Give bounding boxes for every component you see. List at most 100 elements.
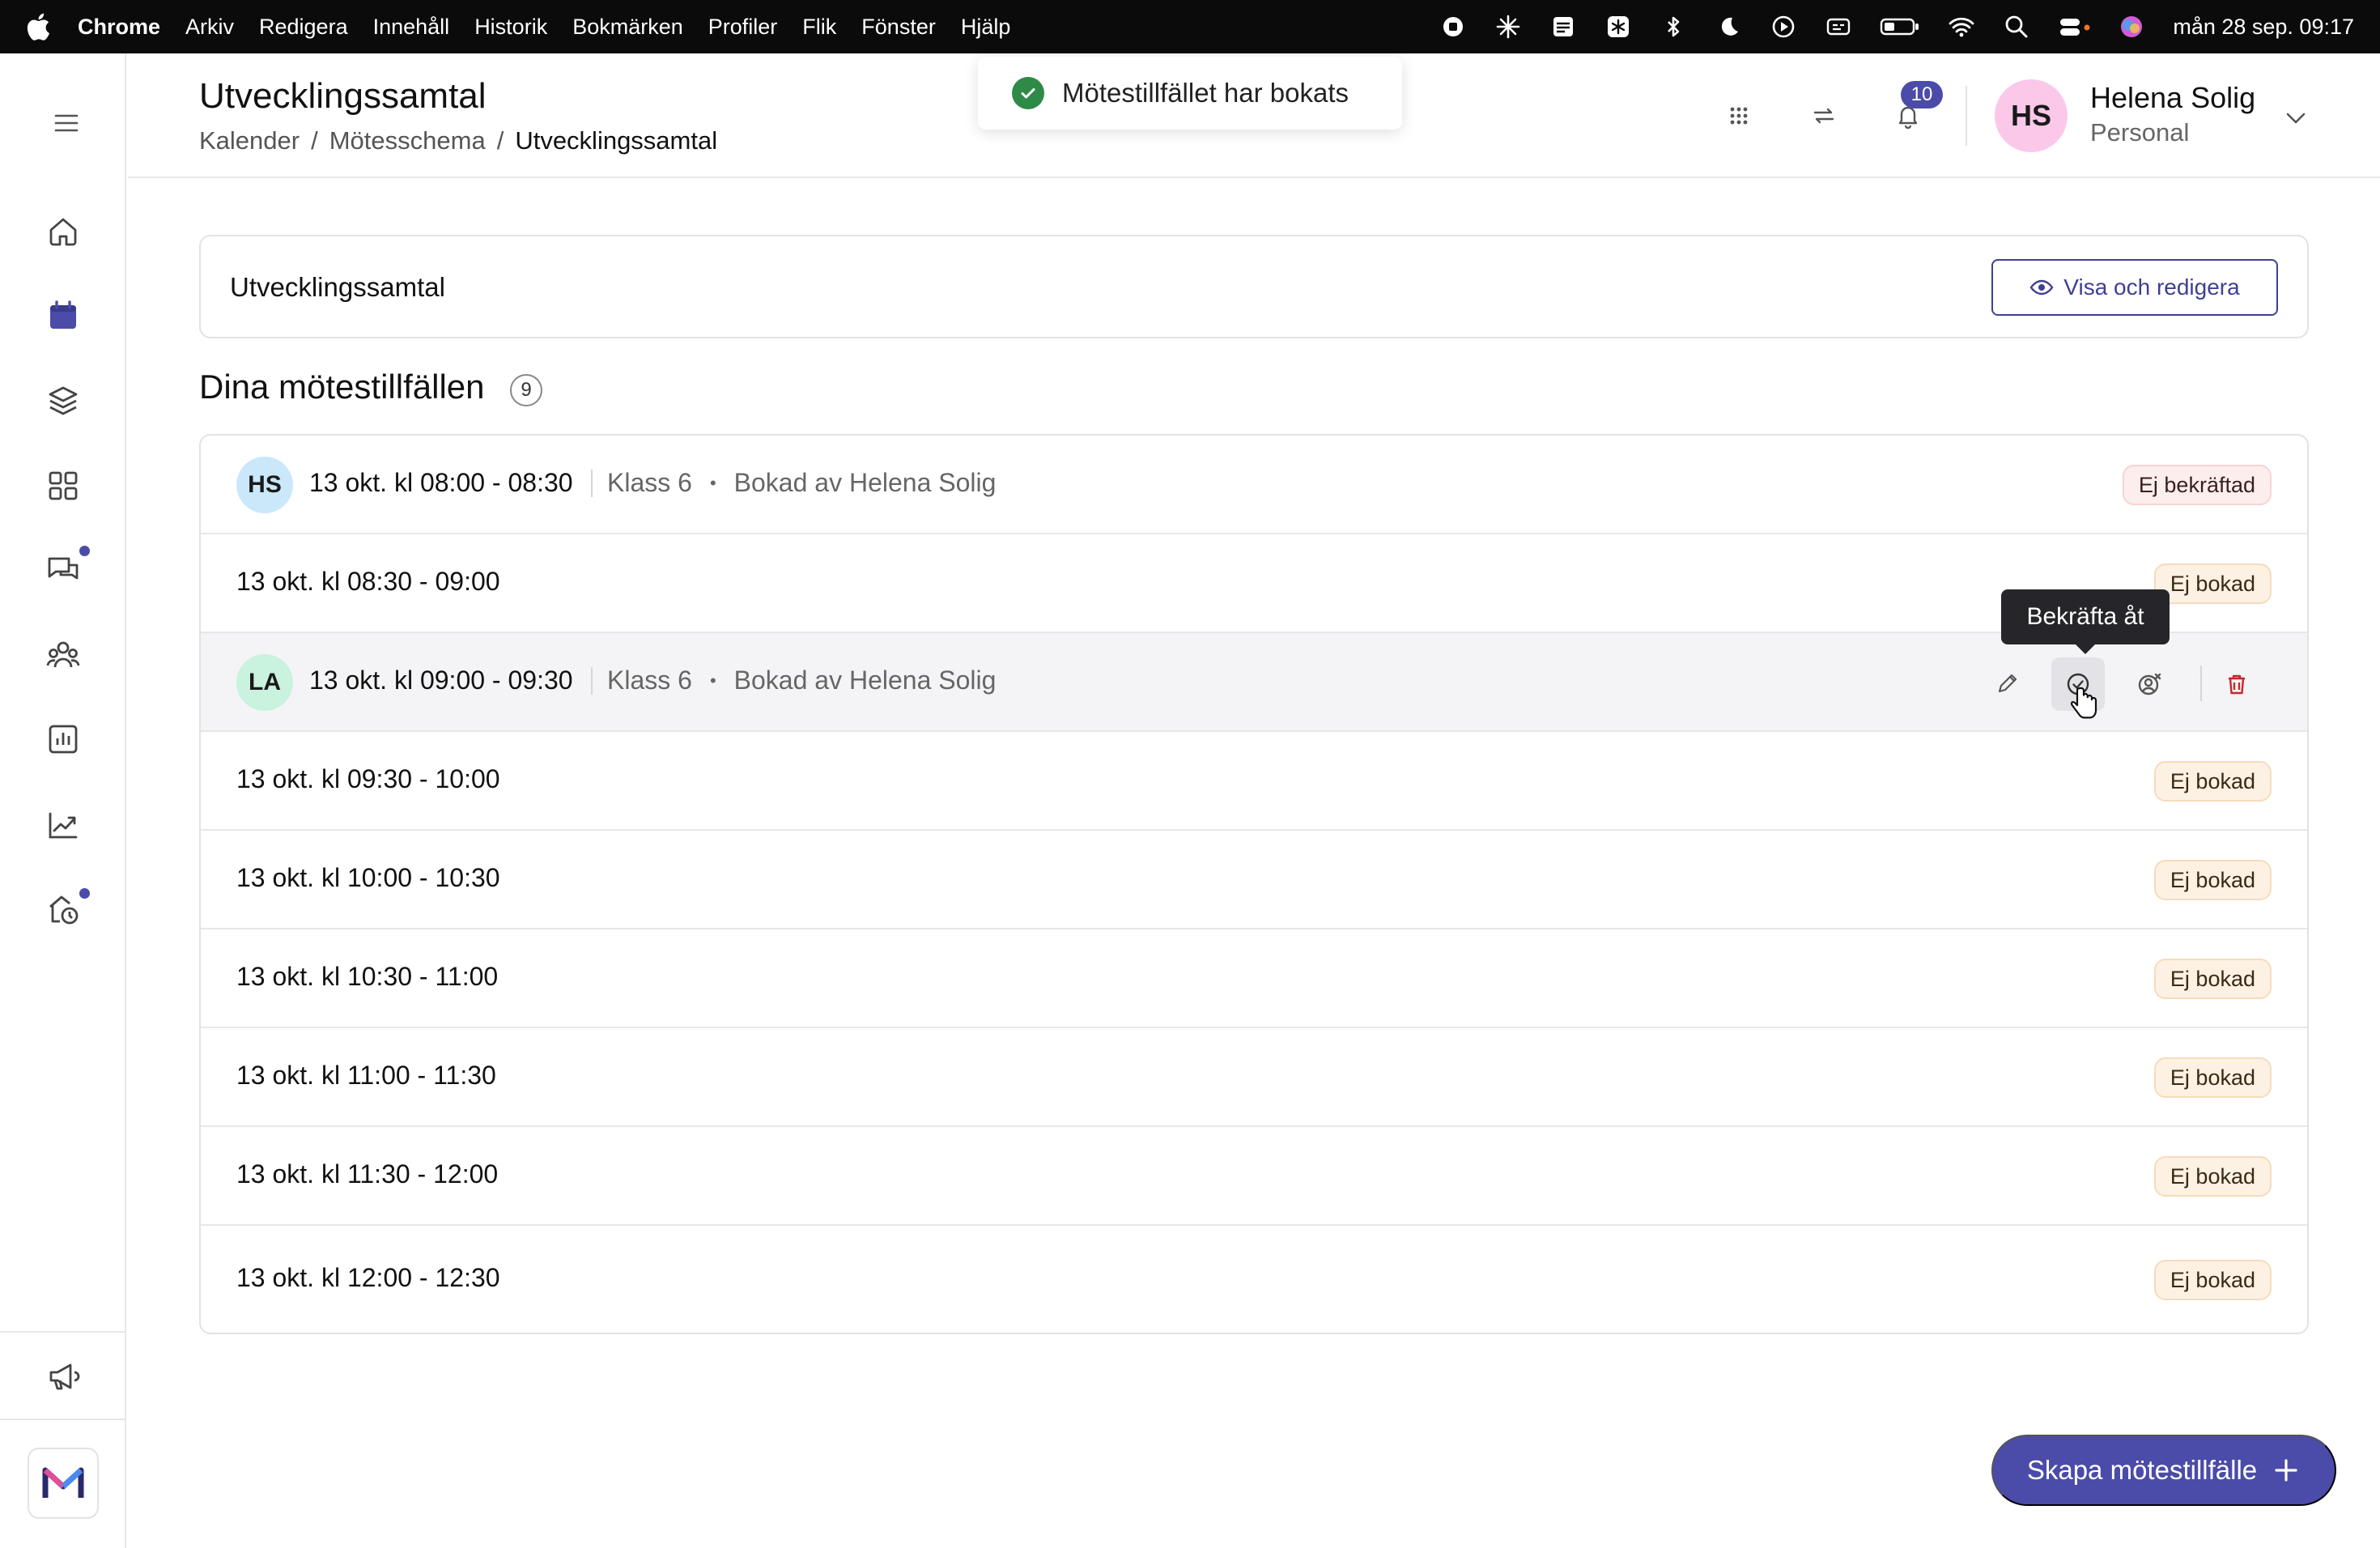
play-icon[interactable] <box>1770 13 1797 40</box>
menu-historik[interactable]: Historik <box>474 15 547 40</box>
app-launcher-button[interactable] <box>1719 96 1759 136</box>
sidebar <box>0 53 126 1548</box>
menu-hjalp[interactable]: Hjälp <box>961 15 1011 40</box>
check-circle-icon <box>1012 77 1044 109</box>
meta-dot: • <box>709 670 716 691</box>
slot-count-badge: 9 <box>510 374 542 406</box>
status-badge: Ej bokad <box>2153 1057 2272 1098</box>
view-and-edit-label: Visa och redigera <box>2063 274 2240 300</box>
slot-time: 13 okt. kl 08:00 - 08:30 <box>309 468 573 497</box>
menubar-clock[interactable]: mån 28 sep. 09:17 <box>2173 15 2354 40</box>
switch-account-button[interactable] <box>1804 96 1844 136</box>
edit-button[interactable] <box>1980 657 2034 711</box>
slot-time: 13 okt. kl 11:00 - 11:30 <box>236 1061 496 1090</box>
status-badge: Ej bokad <box>2153 860 2272 900</box>
table-row[interactable]: 13 okt. kl 11:30 - 12:00 Ej bokad <box>201 1127 2307 1226</box>
user-avatar[interactable]: HS <box>1995 79 2068 152</box>
people-icon <box>46 641 80 668</box>
delete-button[interactable] <box>2210 657 2263 711</box>
bar-chart-icon <box>49 725 78 754</box>
eye-icon <box>2029 279 2054 296</box>
sidebar-item-calendar[interactable] <box>42 295 84 337</box>
table-row[interactable]: LA 13 okt. kl 09:00 - 09:30 Klass 6 • Bo… <box>201 633 2307 732</box>
table-row[interactable]: 13 okt. kl 10:30 - 11:00 Ej bokad <box>201 929 2307 1028</box>
menu-app-name[interactable]: Chrome <box>78 15 160 40</box>
spotlight-search-icon[interactable] <box>2003 13 2030 40</box>
menu-flik[interactable]: Flik <box>802 15 836 40</box>
sidebar-item-reports[interactable] <box>42 718 84 760</box>
breadcrumb-separator: / <box>311 126 318 155</box>
slot-class: Klass 6 <box>607 468 692 497</box>
menu-innehall[interactable]: Innehåll <box>373 15 450 40</box>
layers-icon <box>49 386 78 415</box>
create-slot-label: Skapa mötestillfälle <box>2026 1455 2258 1485</box>
sidebar-item-analytics[interactable] <box>42 803 84 845</box>
breadcrumb-current: Utvecklingssamtal <box>515 126 718 155</box>
trend-chart-icon <box>49 812 78 839</box>
megaphone-icon <box>49 1363 80 1390</box>
slot-time: 13 okt. kl 08:30 - 09:00 <box>236 567 500 596</box>
sidebar-item-apps[interactable] <box>42 465 84 507</box>
hand-cursor-icon <box>2070 687 2097 719</box>
menu-profiler[interactable]: Profiler <box>708 15 778 40</box>
slot-time: 13 okt. kl 12:00 - 12:30 <box>236 1263 500 1292</box>
menu-bokmarken[interactable]: Bokmärken <box>572 15 683 40</box>
user-role: Personal <box>2090 118 2190 147</box>
wifi-icon[interactable] <box>1948 13 1975 40</box>
house-clock-icon <box>49 895 79 925</box>
table-row[interactable]: 13 okt. kl 09:30 - 10:00 Ej bokad <box>201 732 2307 831</box>
battery-icon[interactable] <box>1880 13 1920 40</box>
slot-time: 13 okt. kl 09:00 - 09:30 <box>309 666 573 695</box>
sidebar-item-school[interactable] <box>42 888 84 930</box>
sidebar-item-messages[interactable] <box>42 549 84 591</box>
sidebar-item-groups[interactable] <box>42 634 84 676</box>
menu-arkiv[interactable]: Arkiv <box>185 15 234 40</box>
user-name[interactable]: Helena Solig <box>2090 81 2255 115</box>
page-title: Utvecklingssamtal <box>199 76 487 116</box>
table-row[interactable]: 13 okt. kl 10:00 - 10:30 Ej bokad <box>201 831 2307 929</box>
menu-redigera[interactable]: Redigera <box>259 15 348 40</box>
slot-meta: Klass 6 • Bokad av Helena Solig <box>576 666 996 695</box>
breadcrumb-separator: / <box>496 126 504 155</box>
breadcrumb: Kalender / Mötesschema / Utvecklingssamt… <box>199 126 717 155</box>
status-badge: Ej bokad <box>2153 1260 2272 1300</box>
toast-message: Mötestillfället har bokats <box>1062 78 1349 108</box>
swap-arrows-icon <box>1813 108 1834 124</box>
moon-icon[interactable] <box>1715 13 1742 40</box>
view-and-edit-button[interactable]: Visa och redigera <box>1991 259 2278 316</box>
sidebar-divider <box>0 1331 126 1333</box>
stack-icon[interactable] <box>1549 13 1577 40</box>
trash-icon <box>2229 674 2245 695</box>
sidebar-item-home[interactable] <box>42 211 84 253</box>
caption-icon[interactable] <box>1825 13 1852 40</box>
section-title: Dina mötestillfällen <box>199 368 485 406</box>
table-row[interactable]: 13 okt. kl 11:00 - 11:30 Ej bokad <box>201 1028 2307 1127</box>
table-row[interactable]: 13 okt. kl 12:00 - 12:30 Ej bokad <box>201 1226 2307 1333</box>
chevron-down-icon[interactable] <box>2280 102 2312 134</box>
snowflake-icon[interactable] <box>1604 13 1632 40</box>
breadcrumb-calendar[interactable]: Kalender <box>199 126 300 155</box>
sidebar-item-announcements[interactable] <box>42 1355 84 1397</box>
slot-meta: Klass 6 • Bokad av Helena Solig <box>576 468 996 498</box>
sparkle-icon[interactable] <box>1494 13 1522 40</box>
meta-divider <box>591 666 593 695</box>
status-badge: Ej bokad <box>2153 761 2272 802</box>
menu-fonster[interactable]: Fönster <box>861 15 936 40</box>
chat-icon <box>48 557 79 580</box>
table-row[interactable]: HS 13 okt. kl 08:00 - 08:30 Klass 6 • Bo… <box>201 436 2307 534</box>
bluetooth-icon[interactable] <box>1660 13 1687 40</box>
remove-participant-button[interactable] <box>2123 657 2176 711</box>
slot-booked-by: Bokad av Helena Solig <box>733 468 997 497</box>
siri-icon[interactable] <box>2118 13 2145 40</box>
apple-icon[interactable] <box>26 13 50 40</box>
create-slot-button[interactable]: Skapa mötestillfälle <box>1991 1435 2336 1506</box>
app-logo[interactable] <box>28 1448 99 1519</box>
table-row[interactable]: 13 okt. kl 08:30 - 09:00 Ej bokad <box>201 534 2307 633</box>
breadcrumb-schedule[interactable]: Mötesschema <box>329 126 486 155</box>
slot-class: Klass 6 <box>607 666 692 695</box>
control-center-icon[interactable] <box>2058 13 2090 40</box>
sidebar-item-layers[interactable] <box>42 380 84 422</box>
status-badge: Ej bokad <box>2153 959 2272 999</box>
record-icon[interactable] <box>1439 13 1467 40</box>
menu-toggle-button[interactable] <box>45 102 87 144</box>
